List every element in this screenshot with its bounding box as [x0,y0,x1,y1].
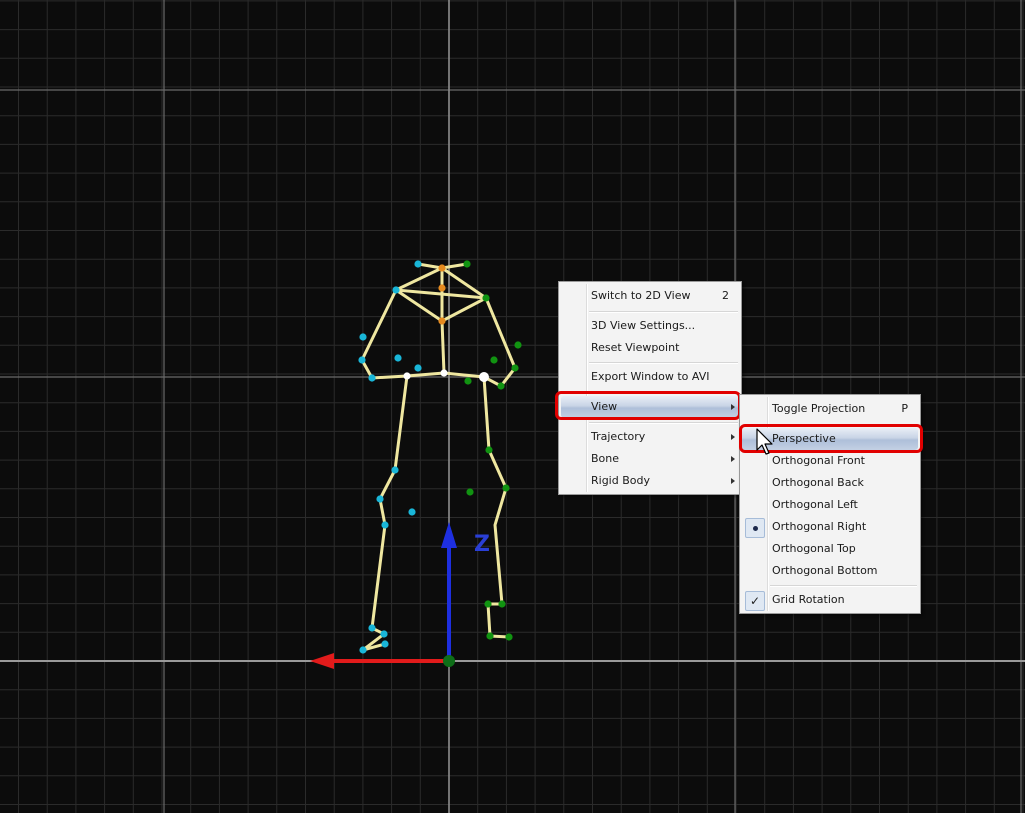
menu-item-orthogonal-back[interactable]: Orthogonal Back [742,472,918,494]
highlight-frame-view [555,391,741,420]
axis-z-label: Z [474,532,490,557]
menu-item-shortcut: P [901,402,908,415]
marker-dot [486,632,494,640]
marker-dot [498,600,506,608]
menu-item-shortcut: 2 [722,289,729,302]
submenu-arrow-icon [731,434,735,440]
marker-dot [414,260,422,268]
marker-dot [464,377,472,385]
marker-dot [381,521,389,529]
menu-separator [770,585,917,587]
menu-item-label: 3D View Settings... [591,319,696,332]
marker-dot [440,369,448,377]
marker-dot [438,264,446,272]
marker-dot [497,382,505,390]
axis-z-arrow [441,522,457,548]
menu-item-label: Rigid Body [591,474,650,487]
menu-separator [589,422,738,424]
submenu-arrow-icon [731,456,735,462]
menu-item-label: Orthogonal Top [772,542,856,555]
marker-dot [368,624,376,632]
marker-dot [392,286,400,294]
marker-dot [466,488,474,496]
viewport-context-menu: Switch to 2D View 2 3D View Settings... … [558,281,742,495]
marker-dot [376,495,384,503]
marker-dot [514,341,522,349]
radio-selected-icon [745,518,765,538]
menu-item-label: Trajectory [591,430,646,443]
menu-item-grid-rotation[interactable]: ✓ Grid Rotation [742,589,918,611]
marker-dot [505,633,513,641]
menu-item-label: Orthogonal Back [772,476,864,489]
marker-dot [438,284,446,292]
axis-x-arrow [310,653,334,669]
menu-item-export-window-to-avi[interactable]: Export Window to AVI [561,366,739,388]
menu-separator [589,362,738,364]
marker-dot [485,446,493,454]
menu-item-orthogonal-right[interactable]: Orthogonal Right [742,516,918,538]
menu-item-label: Switch to 2D View [591,289,691,302]
menu-item-label: Orthogonal Left [772,498,858,511]
menu-item-3d-view-settings[interactable]: 3D View Settings... [561,315,739,337]
menu-item-switch-2d-view[interactable]: Switch to 2D View 2 [561,285,739,307]
marker-dot [408,508,416,516]
marker-dot [358,356,366,364]
menu-item-label: Reset Viewpoint [591,341,680,354]
skeleton [360,262,517,652]
3d-viewport[interactable]: Z Switch to 2D View 2 3D View Settings..… [0,0,1025,813]
menu-item-toggle-projection[interactable]: Toggle Projection P [742,398,918,420]
menu-item-orthogonal-left[interactable]: Orthogonal Left [742,494,918,516]
mouse-pointer-icon [756,428,773,455]
marker-dot [490,356,498,364]
marker-dot [368,374,376,382]
marker-dot [414,364,422,372]
menu-item-label: Toggle Projection [772,402,866,415]
bone-left-leg [361,374,409,652]
marker-dot [380,630,388,638]
marker-dot [502,484,510,492]
marker-dot [479,372,489,382]
menu-item-label: Orthogonal Bottom [772,564,878,577]
marker-dot [359,646,367,654]
menu-item-orthogonal-top[interactable]: Orthogonal Top [742,538,918,560]
menu-item-trajectory[interactable]: Trajectory [561,426,739,448]
marker-dot [381,640,389,648]
marker-dot [484,600,492,608]
menu-item-bone[interactable]: Bone [561,448,739,470]
bone-right-arm [482,296,517,388]
menu-item-orthogonal-bottom[interactable]: Orthogonal Bottom [742,560,918,582]
menu-item-rigid-body[interactable]: Rigid Body [561,470,739,492]
marker-dot [359,333,367,341]
marker-dot [463,260,471,268]
menu-item-reset-viewpoint[interactable]: Reset Viewpoint [561,337,739,359]
menu-separator [589,311,738,313]
menu-item-label: Export Window to AVI [591,370,710,383]
marker-dot [394,354,402,362]
marker-dot [511,364,519,372]
menu-item-label: Orthogonal Front [772,454,865,467]
marker-dot [403,372,411,380]
marker-dot [391,466,399,474]
menu-item-label: Orthogonal Right [772,520,867,533]
marker-dot [438,317,446,325]
axis-origin [443,655,455,667]
menu-item-label: Grid Rotation [772,593,845,606]
menu-item-label: Bone [591,452,620,465]
bone-left-arm [360,288,409,380]
bone-right-leg [482,375,511,639]
checkmark-icon: ✓ [745,591,765,611]
marker-dot [482,294,490,302]
bone-spine [440,319,446,375]
submenu-arrow-icon [731,478,735,484]
